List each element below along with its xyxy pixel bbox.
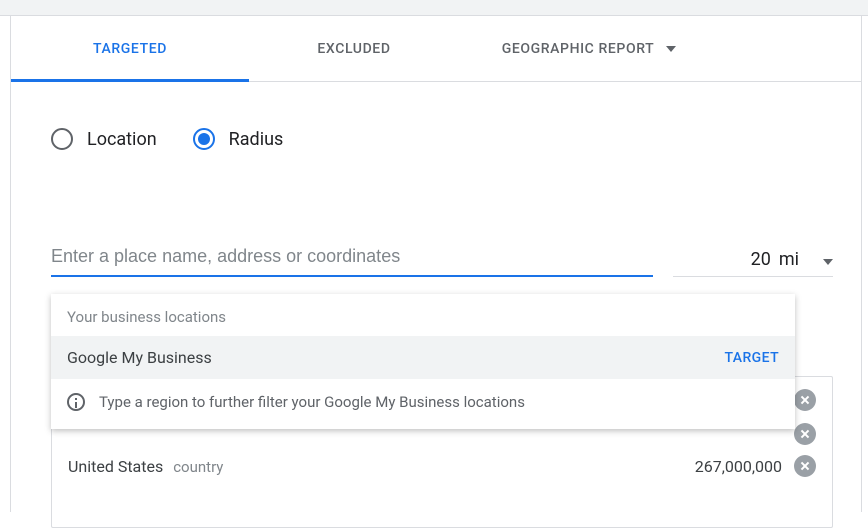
radio-label: Radius (229, 129, 284, 150)
location-name: United States country (68, 457, 695, 476)
remove-location-button[interactable] (794, 389, 816, 411)
top-strip (0, 0, 868, 16)
target-action[interactable]: TARGET (725, 350, 780, 366)
dropdown-hint-text: Type a region to further filter your Goo… (99, 393, 525, 411)
tab-label: TARGETED (93, 41, 167, 57)
distance-value: 20 (673, 249, 771, 270)
distance-select[interactable]: 20 mi (673, 249, 833, 277)
radio-icon (51, 128, 73, 150)
tab-geographic-report[interactable]: GEOGRAPHIC REPORT (459, 16, 719, 81)
input-row: 20 mi (51, 240, 833, 277)
body-area: Location Radius 20 mi (11, 82, 861, 277)
radio-label: Location (87, 129, 157, 150)
dropdown-header: Your business locations (51, 294, 795, 336)
remove-location-button[interactable] (794, 455, 816, 477)
tab-label: GEOGRAPHIC REPORT (502, 41, 655, 57)
radio-radius[interactable]: Radius (193, 128, 284, 150)
place-input[interactable] (51, 240, 653, 277)
autocomplete-dropdown: Your business locations Google My Busine… (51, 294, 795, 429)
tab-excluded[interactable]: EXCLUDED (249, 16, 459, 81)
dropdown-item-gmb[interactable]: Google My Business TARGET (51, 336, 795, 379)
info-icon (67, 393, 85, 411)
remove-location-button[interactable] (794, 423, 816, 445)
dropdown-hint: Type a region to further filter your Goo… (51, 379, 795, 429)
radio-icon-selected (193, 128, 215, 150)
radio-location[interactable]: Location (51, 128, 157, 150)
radio-group: Location Radius (51, 128, 833, 150)
tabs: TARGETED EXCLUDED GEOGRAPHIC REPORT (11, 16, 861, 82)
tab-targeted[interactable]: TARGETED (11, 16, 249, 81)
table-row: United States country 267,000,000 (52, 445, 832, 487)
location-panel: TARGETED EXCLUDED GEOGRAPHIC REPORT Loca… (10, 16, 862, 512)
distance-unit: mi (779, 249, 799, 270)
location-type: country (173, 458, 223, 476)
chevron-down-icon (666, 46, 676, 52)
chevron-down-icon (823, 259, 833, 265)
tab-label: EXCLUDED (317, 41, 390, 57)
location-reach: 267,000,000 (695, 457, 782, 476)
dropdown-item-label: Google My Business (67, 348, 725, 367)
